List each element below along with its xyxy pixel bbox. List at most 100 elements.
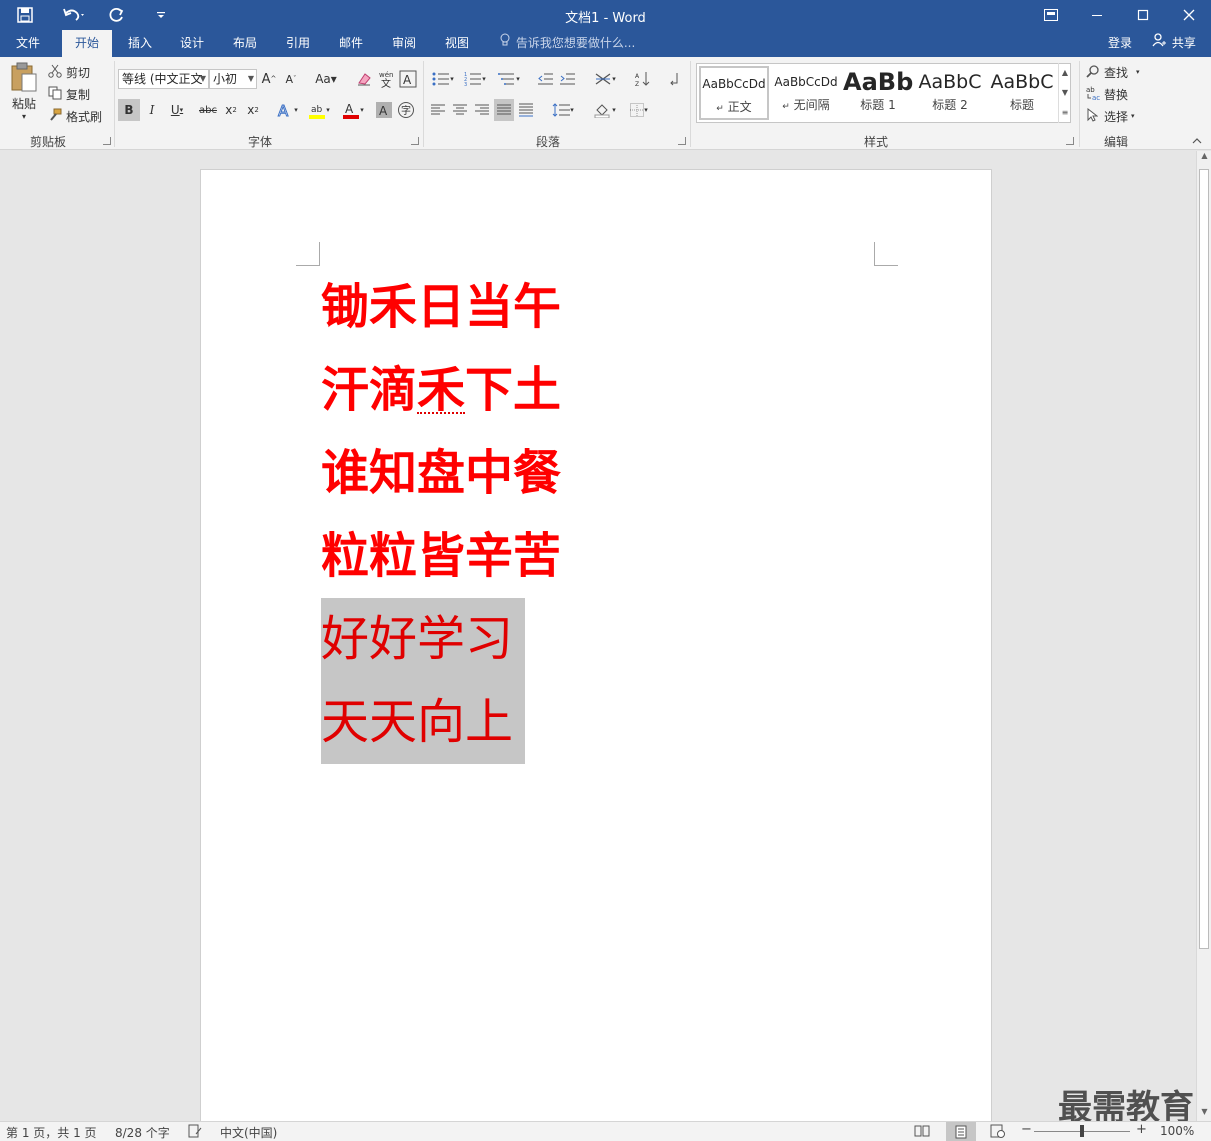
chevron-down-icon: ▼	[199, 74, 206, 83]
selected-line[interactable]: 天天向上	[321, 681, 525, 764]
style-normal[interactable]: AaBbCcDd ↵ 正文	[699, 66, 769, 120]
poem-line[interactable]: 谁知盘中餐	[321, 432, 561, 515]
paste-icon	[10, 62, 38, 95]
bold-icon[interactable]: B	[118, 99, 140, 121]
shrink-font-icon[interactable]: Aˇ	[282, 69, 300, 89]
clear-formatting-icon[interactable]	[354, 69, 374, 89]
tell-me-box[interactable]: 告诉我您想要做什么...	[500, 30, 635, 57]
poem-line[interactable]: 汗滴禾下土	[321, 349, 561, 432]
align-left-icon[interactable]	[428, 99, 448, 121]
read-mode-icon[interactable]	[914, 1124, 930, 1141]
decrease-indent-icon[interactable]	[536, 69, 556, 89]
minimize-icon[interactable]	[1074, 0, 1120, 30]
document-page[interactable]: 锄禾日当午 汗滴禾下土 谁知盘中餐 粒粒皆辛苦 好好学习 天天向上	[200, 169, 992, 1129]
subscript-icon[interactable]: x2	[221, 99, 241, 121]
font-size-combo[interactable]: 小初 ▼	[209, 69, 257, 89]
person-icon	[1152, 30, 1168, 56]
font-name-combo[interactable]: 等线 (中文正文 ▼	[118, 69, 209, 89]
line-spacing-icon[interactable]: ▾	[548, 99, 578, 121]
find-button[interactable]: 查找 ▾	[1086, 63, 1150, 81]
distributed-icon[interactable]	[516, 99, 536, 121]
tab-home[interactable]: 开始	[62, 30, 112, 57]
chinese-layout-icon[interactable]: ▾	[590, 69, 620, 89]
gallery-more-icon[interactable]: ≡	[1058, 103, 1071, 123]
proofing-icon[interactable]	[188, 1124, 202, 1141]
gallery-down-icon[interactable]: ▼	[1058, 83, 1071, 103]
language-status[interactable]: 中文(中国)	[220, 1124, 277, 1141]
shading-icon[interactable]: ▾	[590, 99, 620, 121]
tab-design[interactable]: 设计	[168, 30, 216, 57]
numbering-icon[interactable]: 1 2 3 ▾	[460, 69, 490, 89]
vertical-scrollbar[interactable]: ▲ ▼	[1196, 151, 1211, 1121]
poem-line[interactable]: 锄禾日当午	[321, 266, 561, 349]
styles-launcher-icon[interactable]	[1066, 137, 1074, 145]
show-marks-icon[interactable]	[664, 69, 684, 89]
tab-references[interactable]: 引用	[274, 30, 322, 57]
title-bar: 文档1 - Word	[0, 0, 1211, 30]
sort-icon[interactable]: AZ	[632, 69, 654, 89]
increase-indent-icon[interactable]	[558, 69, 578, 89]
tab-file[interactable]: 文件	[4, 30, 52, 57]
tab-layout[interactable]: 布局	[221, 30, 269, 57]
tab-view[interactable]: 视图	[433, 30, 481, 57]
word-count[interactable]: 8/28 个字	[115, 1124, 170, 1141]
page-count[interactable]: 第 1 页，共 1 页	[6, 1124, 97, 1141]
style-heading-1[interactable]: AaBb 标题 1	[843, 66, 913, 120]
zoom-out-icon[interactable]: −	[1021, 1122, 1032, 1137]
print-layout-icon[interactable]	[946, 1122, 976, 1141]
zoom-level[interactable]: 100%	[1160, 1124, 1194, 1138]
font-launcher-icon[interactable]	[411, 137, 419, 145]
align-right-icon[interactable]	[472, 99, 492, 121]
login-link[interactable]: 登录	[1108, 30, 1132, 57]
zoom-slider-knob[interactable]	[1080, 1125, 1084, 1137]
selected-line[interactable]: 好好学习	[321, 598, 525, 681]
tab-review[interactable]: 审阅	[380, 30, 428, 57]
copy-button[interactable]: 复制	[48, 85, 108, 103]
multilevel-list-icon[interactable]: ▾	[494, 69, 524, 89]
share-button[interactable]: 共享	[1144, 30, 1211, 57]
justify-icon[interactable]	[494, 99, 514, 121]
close-icon[interactable]	[1166, 0, 1211, 30]
font-color-icon[interactable]: A ▾	[338, 99, 368, 121]
highlight-icon[interactable]: ab ▾	[304, 99, 334, 121]
style-title[interactable]: AaBbC 标题	[987, 66, 1057, 120]
tab-insert[interactable]: 插入	[116, 30, 164, 57]
italic-icon[interactable]: I	[142, 99, 162, 121]
style-no-spacing[interactable]: AaBbCcDd ↵ 无间隔	[771, 66, 841, 120]
text-effects-icon[interactable]: A ▾	[272, 99, 302, 121]
web-layout-icon[interactable]	[990, 1124, 1006, 1141]
enclose-characters-icon[interactable]: 字	[396, 99, 416, 121]
poem-line[interactable]: 粒粒皆辛苦	[321, 515, 561, 598]
scroll-thumb[interactable]	[1199, 169, 1209, 949]
collapse-ribbon-icon[interactable]	[1190, 135, 1204, 147]
align-center-icon[interactable]	[450, 99, 470, 121]
superscript-icon[interactable]: x2	[243, 99, 263, 121]
scroll-up-icon[interactable]: ▲	[1197, 151, 1211, 165]
phonetic-guide-icon[interactable]: wén 文	[376, 69, 396, 89]
style-heading-2[interactable]: AaBbC 标题 2	[915, 66, 985, 120]
gallery-up-icon[interactable]: ▲	[1058, 63, 1071, 83]
strikethrough-icon[interactable]: abc	[197, 99, 219, 121]
zoom-in-icon[interactable]: +	[1136, 1122, 1147, 1137]
character-border-icon[interactable]: A	[398, 69, 418, 89]
change-case-icon[interactable]: Aa▾	[310, 69, 342, 89]
borders-icon[interactable]: ▾	[624, 99, 654, 121]
grow-font-icon[interactable]: A ^	[260, 69, 278, 89]
scroll-down-icon[interactable]: ▼	[1197, 1107, 1211, 1121]
styles-gallery: AaBbCcDd ↵ 正文 AaBbCcDd ↵ 无间隔 AaBb 标题 1 A…	[696, 63, 1071, 123]
clipboard-launcher-icon[interactable]	[103, 137, 111, 145]
maximize-icon[interactable]	[1120, 0, 1166, 30]
cut-button[interactable]: 剪切	[48, 63, 108, 81]
tab-mailings[interactable]: 邮件	[327, 30, 375, 57]
format-painter-button[interactable]: 格式刷	[48, 107, 108, 125]
svg-text:字: 字	[401, 104, 411, 117]
bullets-icon[interactable]: ▾	[428, 69, 458, 89]
underline-icon[interactable]: U ▾	[164, 99, 190, 121]
paragraph-launcher-icon[interactable]	[678, 137, 686, 145]
select-button[interactable]: 选择 ▾	[1086, 107, 1150, 125]
character-shading-icon[interactable]: A	[374, 99, 394, 121]
group-divider	[1079, 61, 1080, 147]
paste-button[interactable]: 粘贴 ▾	[6, 61, 42, 121]
ribbon-display-options-icon[interactable]	[1028, 0, 1074, 30]
replace-button[interactable]: ab ac 替换	[1086, 85, 1150, 103]
